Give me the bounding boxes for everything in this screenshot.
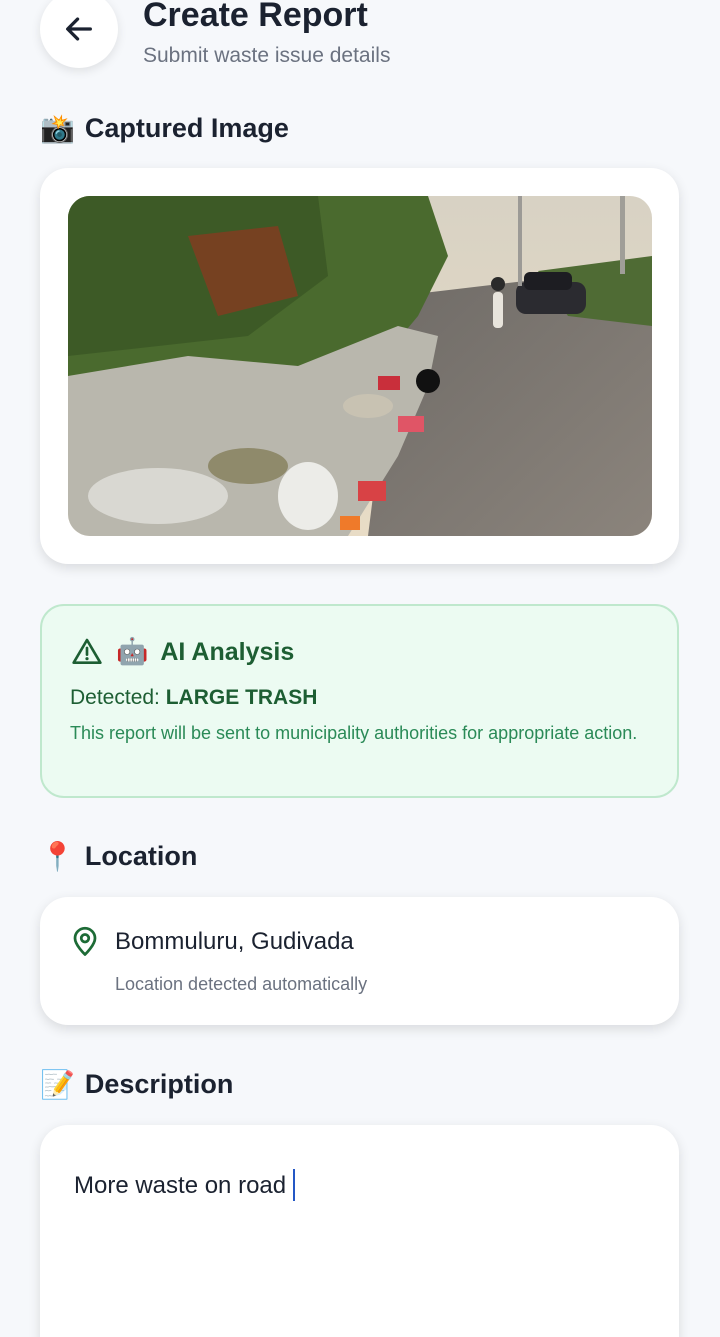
warning-triangle-icon <box>72 638 102 664</box>
captured-image-card <box>40 168 679 564</box>
page-title: Create Report <box>143 0 368 34</box>
arrow-left-icon <box>66 17 92 41</box>
description-input[interactable] <box>74 1169 634 1203</box>
captured-photo[interactable] <box>68 196 652 536</box>
ai-analysis-title: AI Analysis <box>160 637 295 666</box>
back-button[interactable] <box>40 0 118 68</box>
location-heading: 📍 Location <box>40 840 197 873</box>
description-card <box>40 1125 679 1337</box>
location-status: Location detected automatically <box>115 974 368 994</box>
map-pin-icon <box>73 926 97 956</box>
description-title: Description <box>84 1069 234 1099</box>
pushpin-icon: 📍 <box>40 840 75 873</box>
ai-detected-label: Detected: <box>70 686 166 709</box>
camera-icon: 📸 <box>40 112 75 145</box>
ai-analysis-note: This report will be sent to municipality… <box>70 723 638 743</box>
ai-detected-value: LARGE TRASH <box>165 686 318 709</box>
location-name: Bommuluru, Gudivada <box>115 928 354 955</box>
location-title: Location <box>84 841 198 871</box>
robot-icon: 🤖 <box>116 637 149 667</box>
text-caret <box>293 1169 295 1201</box>
captured-image-title: Captured Image <box>84 113 289 143</box>
captured-image-heading: 📸 Captured Image <box>40 112 289 145</box>
page-subtitle: Submit waste issue details <box>143 44 391 67</box>
memo-icon: 📝 <box>40 1068 75 1101</box>
ai-detected-line: Detected: LARGE TRASH <box>70 686 317 710</box>
location-card[interactable]: Bommuluru, Gudivada Location detected au… <box>40 897 679 1025</box>
ai-analysis-header: 🤖 AI Analysis <box>70 636 294 668</box>
ai-analysis-card: 🤖 AI Analysis Detected: LARGE TRASH This… <box>40 604 679 798</box>
header: Create Report Submit waste issue details <box>0 0 720 90</box>
description-heading: 📝 Description <box>40 1068 233 1101</box>
